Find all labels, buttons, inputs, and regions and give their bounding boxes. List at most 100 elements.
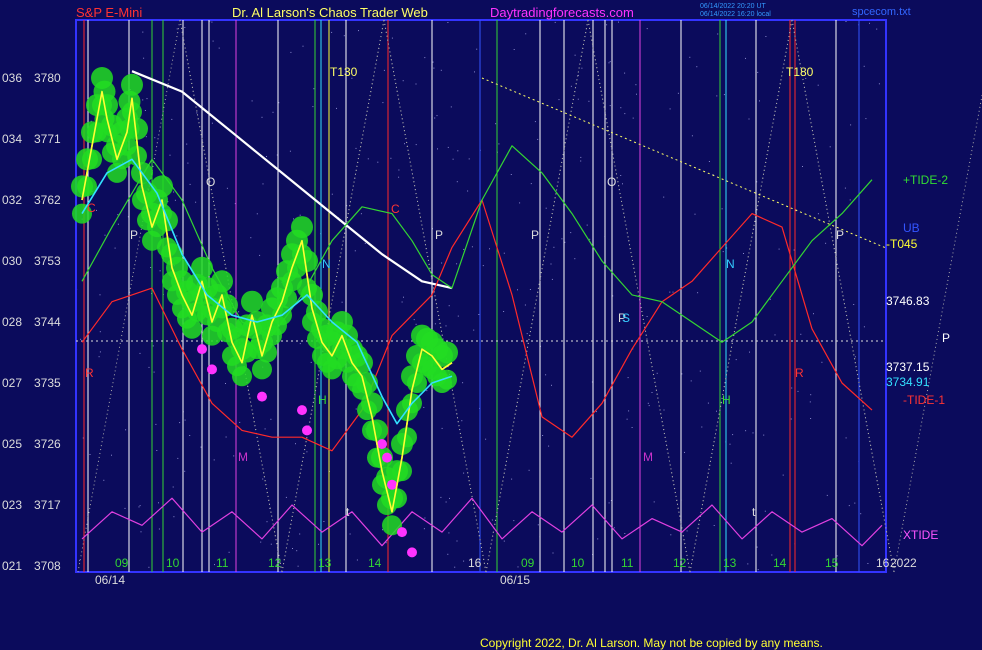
y-tick-label: 3726 (34, 437, 61, 451)
green-dot (211, 270, 233, 293)
star-dot (356, 559, 358, 561)
annotation-s: S (622, 311, 630, 325)
star-dot (759, 100, 760, 102)
green-dot (151, 175, 173, 198)
star-dot (511, 478, 513, 480)
star-dot (722, 251, 724, 253)
star-dot (391, 37, 393, 39)
star-dot (551, 278, 553, 280)
tide2-label: +TIDE-2 (903, 173, 948, 187)
star-dot (266, 521, 268, 523)
star-dot (296, 550, 298, 552)
star-dot (404, 143, 405, 145)
star-dot (696, 66, 698, 68)
star-dot (140, 531, 142, 533)
y-tick-label: 3753 (34, 254, 61, 268)
star-dot (125, 429, 127, 431)
x-tick-label: 13 (318, 556, 332, 570)
y-tick-label-left: 032 (2, 193, 22, 207)
star-dot (289, 150, 291, 152)
star-dot (117, 223, 119, 225)
star-dot (233, 455, 235, 457)
star-dot (103, 479, 105, 481)
star-dot (336, 107, 337, 109)
star-dot (525, 33, 527, 35)
star-dot (225, 383, 226, 384)
star-dot (80, 338, 82, 340)
star-dot (159, 270, 161, 272)
star-dot (854, 502, 856, 504)
star-dot (628, 410, 630, 412)
star-dot (228, 551, 230, 553)
star-dot (542, 435, 544, 436)
star-dot (713, 525, 715, 526)
star-dot (735, 359, 737, 361)
star-dot (853, 304, 855, 305)
star-dot (489, 248, 490, 250)
star-dot (624, 113, 626, 115)
t045-label: -T045 (886, 237, 918, 251)
star-dot (548, 445, 550, 447)
star-dot (869, 22, 870, 24)
star-dot (195, 201, 197, 203)
site-url: Daytradingforecasts.com (490, 5, 634, 20)
y-tick-label-left: 036 (2, 71, 22, 85)
star-dot (331, 31, 333, 33)
star-dot (537, 138, 539, 140)
star-dot (757, 569, 759, 571)
y-tick-label-left: 028 (2, 315, 22, 329)
annotation-h1: H (318, 393, 327, 407)
y-tick-label: 3708 (34, 559, 61, 573)
star-dot (597, 538, 599, 540)
star-dot (677, 92, 679, 94)
star-dot (142, 31, 144, 33)
annotation-h2: H (722, 393, 731, 407)
site-title: Dr. Al Larson's Chaos Trader Web (232, 5, 428, 20)
star-dot (551, 384, 552, 386)
star-dot (415, 323, 417, 325)
star-dot (845, 437, 847, 439)
star-dot (829, 146, 831, 148)
magenta-dot (207, 364, 217, 375)
star-dot (211, 21, 213, 23)
star-dot (732, 434, 734, 436)
star-dot (432, 61, 434, 63)
star-dot (689, 56, 691, 58)
star-dot (447, 146, 449, 148)
star-dot (646, 316, 648, 317)
star-dot (473, 329, 475, 331)
star-dot (261, 116, 263, 118)
star-dot (437, 148, 438, 150)
annotation-o1: O (206, 175, 215, 189)
star-dot (826, 494, 828, 496)
star-dot (445, 501, 447, 503)
star-dot (663, 196, 665, 198)
star-dot (747, 563, 749, 565)
star-dot (461, 420, 463, 422)
star-dot (450, 106, 452, 108)
green-dot (182, 318, 202, 339)
magenta-dot (197, 344, 207, 355)
star-dot (697, 292, 699, 294)
star-dot (445, 325, 447, 327)
star-dot (173, 516, 175, 518)
star-dot (707, 402, 709, 404)
star-dot (588, 100, 590, 102)
star-dot (545, 207, 547, 209)
star-dot (769, 298, 771, 300)
star-dot (139, 352, 141, 354)
star-dot (436, 115, 438, 117)
star-dot (793, 249, 795, 251)
star-dot (306, 451, 308, 453)
star-dot (211, 122, 213, 124)
star-dot (423, 406, 425, 408)
star-dot (189, 435, 191, 436)
magenta-dot (297, 405, 307, 416)
star-dot (262, 478, 264, 480)
star-dot (632, 117, 634, 119)
star-dot (478, 314, 480, 315)
star-dot (295, 443, 296, 445)
star-dot (586, 224, 588, 226)
magenta-dot (387, 479, 397, 490)
star-dot (530, 183, 532, 185)
